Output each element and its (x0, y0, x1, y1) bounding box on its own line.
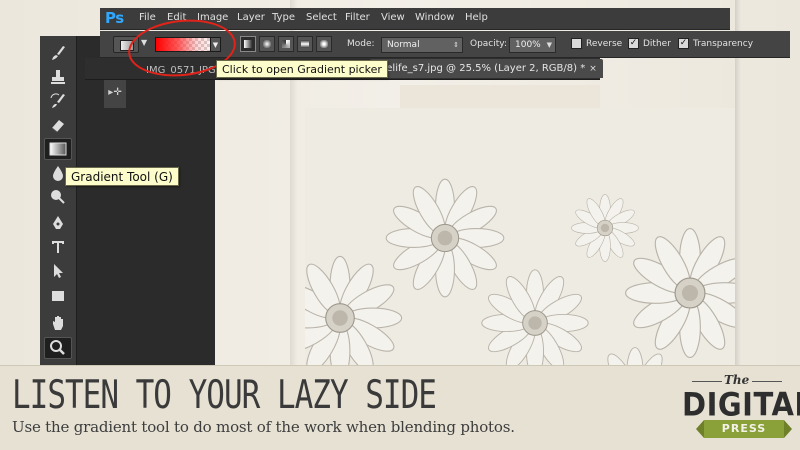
tab-thelife-s7[interactable]: thelife_s7.jpg @ 25.5% (Layer 2, RGB/8) … (370, 59, 603, 78)
logo-rule-right (752, 381, 782, 382)
reflected-gradient-button[interactable] (297, 36, 313, 52)
menu-filter[interactable]: Filter (345, 12, 370, 23)
menu-select[interactable]: Select (306, 12, 337, 23)
diamond-gradient-button[interactable] (316, 36, 332, 52)
menu-layer[interactable]: Layer (237, 12, 265, 23)
mode-select[interactable]: Normal ⇕ (381, 37, 463, 53)
chevron-down-icon[interactable]: ▼ (547, 38, 552, 52)
history-brush-icon[interactable] (44, 90, 72, 112)
type-tool-icon[interactable] (44, 236, 72, 258)
document-canvas[interactable] (305, 108, 735, 365)
opacity-label: Opacity: (470, 39, 507, 49)
mode-value: Normal (387, 40, 420, 50)
menu-window[interactable]: Window (415, 12, 454, 23)
updown-arrows-icon: ⇕ (453, 41, 459, 49)
photoshop-logo: Ps (105, 9, 124, 27)
brush-tool-icon[interactable] (44, 42, 72, 64)
document-paper-strip (400, 85, 600, 108)
pen-tool-icon[interactable] (44, 212, 72, 234)
mode-label: Mode: (347, 39, 375, 49)
banner-subtitle: Use the gradient tool to do most of the … (12, 418, 515, 436)
angle-gradient-button[interactable] (278, 36, 294, 52)
dodge-icon[interactable] (44, 186, 72, 208)
dither-checkbox[interactable]: ✓ (628, 38, 639, 49)
menu-view[interactable]: View (381, 12, 405, 23)
hand-tool-icon[interactable] (44, 312, 72, 334)
menu-help[interactable]: Help (465, 12, 488, 23)
logo-digital: DIGITAL (682, 386, 800, 424)
flower-artwork (305, 108, 735, 365)
linear-gradient-button[interactable] (240, 36, 256, 52)
logo-rule-left (692, 381, 722, 382)
tab-label: thelife_s7.jpg @ 25.5% (Layer 2, RGB/8) … (376, 63, 586, 74)
path-select-icon[interactable] (44, 260, 72, 282)
menu-type[interactable]: Type (272, 12, 295, 23)
logo-the: The (724, 373, 750, 387)
gradient-picker-tooltip: Click to open Gradient picker (216, 60, 388, 78)
transparency-checkbox[interactable]: ✓ (678, 38, 689, 49)
zoom-tool-icon[interactable] (44, 337, 72, 359)
gradient-tool-tooltip: Gradient Tool (G) (65, 167, 179, 186)
stamp-tool-icon[interactable] (44, 66, 72, 88)
menu-file[interactable]: File (139, 12, 156, 23)
eraser-icon[interactable] (44, 114, 72, 136)
close-icon[interactable]: × (589, 64, 597, 74)
transparency-label: Transparency (693, 39, 754, 49)
opacity-field[interactable]: 100% ▼ (509, 37, 556, 53)
radial-gradient-button[interactable] (259, 36, 275, 52)
move-arrows-icon[interactable]: ▸✛ (104, 78, 126, 108)
reverse-checkbox[interactable] (571, 38, 582, 49)
rectangle-tool-icon[interactable] (44, 285, 72, 307)
gradient-tool-icon[interactable] (44, 138, 72, 160)
opacity-value: 100% (515, 40, 541, 50)
logo-press: PRESS (721, 422, 767, 435)
banner-title: LISTEN TO YOUR LAZY SIDE (12, 373, 437, 418)
reverse-label: Reverse (586, 39, 623, 49)
dither-label: Dither (643, 39, 671, 49)
